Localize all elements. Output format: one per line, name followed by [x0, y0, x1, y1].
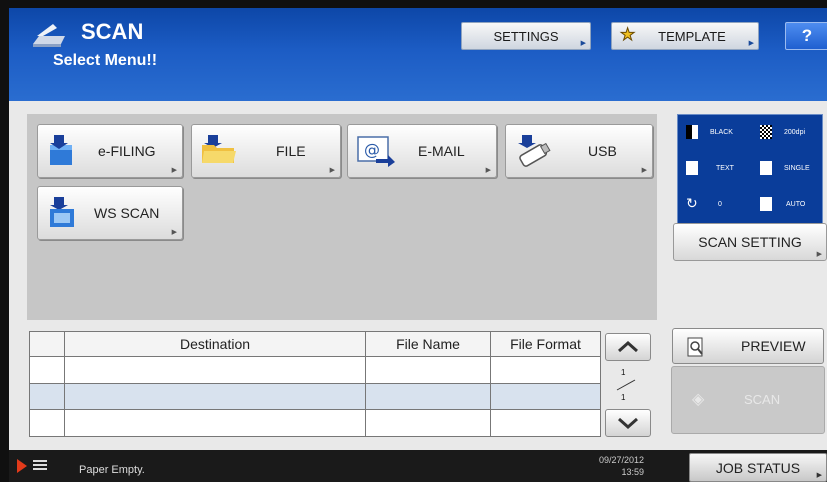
rotation-value: 0	[718, 201, 722, 208]
time-text: 13:59	[621, 467, 645, 477]
email-icon: @	[357, 136, 395, 167]
folder-icon	[202, 135, 236, 163]
current-page: 1	[621, 368, 626, 377]
settings-button[interactable]: SETTINGS ▶	[461, 22, 591, 50]
total-pages: 1	[621, 393, 626, 402]
size-icon	[760, 197, 772, 211]
page-divider	[616, 379, 636, 391]
email-label: E-MAIL	[418, 143, 465, 159]
column-header-destination[interactable]: Destination	[64, 331, 366, 357]
original-mode-icon	[686, 161, 698, 175]
original-mode-value: TEXT	[716, 165, 734, 172]
arrow-icon: ▶	[816, 251, 822, 258]
preview-label: PREVIEW	[741, 338, 806, 354]
duplex-icon	[760, 161, 772, 175]
svg-text:@: @	[364, 140, 380, 159]
arrow-icon: ▶	[580, 40, 586, 47]
column-header-file-format[interactable]: File Format	[490, 331, 601, 357]
settings-button-label: SETTINGS	[493, 28, 559, 44]
chevron-down-icon	[618, 417, 638, 429]
column-header-file-name[interactable]: File Name	[365, 331, 491, 357]
page-down-button[interactable]	[605, 409, 651, 437]
alert-arrow-icon	[17, 459, 27, 473]
list-icon[interactable]	[33, 460, 47, 472]
usb-icon	[518, 135, 551, 167]
arrow-icon: ▶	[485, 167, 491, 174]
usb-button[interactable]: USB ▶	[505, 124, 653, 178]
file-label: FILE	[276, 143, 306, 159]
table-header-row: Destination File Name File Format	[29, 331, 601, 357]
status-message: Paper Empty.	[79, 464, 145, 476]
page-up-button[interactable]	[605, 333, 651, 361]
chevron-up-icon	[618, 341, 638, 353]
resolution-icon	[760, 125, 772, 139]
help-label: ?	[801, 26, 813, 45]
scan-label: SCAN	[744, 392, 781, 407]
template-button[interactable]: ★ TEMPLATE ▶	[611, 22, 759, 50]
destination-table: Destination File Name File Format	[29, 331, 601, 437]
star-icon: ★	[619, 25, 636, 45]
arrow-icon: ▶	[171, 167, 177, 174]
ws-scan-label: WS SCAN	[94, 205, 160, 221]
job-status-button[interactable]: JOB STATUS ▶	[689, 453, 827, 482]
table-row[interactable]	[29, 382, 601, 411]
duplex-value: SINGLE	[784, 165, 810, 172]
date-text: 09/27/2012	[599, 455, 645, 465]
efiling-icon	[50, 135, 72, 165]
preview-button[interactable]: PREVIEW	[672, 328, 824, 364]
file-button[interactable]: FILE ▶	[191, 124, 341, 178]
color-mode-value: BLACK	[710, 129, 733, 136]
email-button[interactable]: @ E-MAIL ▶	[347, 124, 497, 178]
arrow-icon: ▶	[171, 229, 177, 236]
arrow-icon: ▶	[641, 167, 647, 174]
help-button[interactable]: ?	[785, 22, 827, 50]
arrow-icon: ▶	[748, 40, 754, 47]
scan-setting-label: SCAN SETTING	[698, 234, 802, 250]
efiling-label: e-FILING	[98, 143, 156, 159]
color-mode-icon	[686, 125, 698, 139]
arrow-icon: ▶	[816, 472, 822, 479]
start-icon: ◈	[692, 391, 705, 408]
resolution-value: 200dpi	[784, 129, 806, 136]
scan-setting-button[interactable]: SCAN SETTING ▶	[673, 223, 827, 261]
select-column-header	[29, 331, 65, 357]
ws-scan-icon	[50, 197, 74, 227]
page-title: SCAN	[81, 19, 144, 44]
header-bar: SCAN Select Menu!! SETTINGS ▶ ★ TEMPLATE…	[9, 8, 827, 101]
copier-screen: SCAN Select Menu!! SETTINGS ▶ ★ TEMPLATE…	[9, 8, 827, 482]
datetime-display: 09/27/2012 13:59	[599, 454, 644, 478]
ws-scan-button[interactable]: WS SCAN ▶	[37, 186, 183, 240]
efiling-button[interactable]: e-FILING ▶	[37, 124, 183, 178]
arrow-icon: ▶	[329, 167, 335, 174]
preview-icon	[687, 337, 703, 357]
job-status-label: JOB STATUS	[715, 459, 801, 476]
rotation-icon: ↻	[686, 195, 698, 211]
scanner-icon	[33, 24, 65, 47]
page-subtitle: Select Menu!!	[53, 52, 158, 69]
table-row[interactable]	[29, 409, 601, 437]
scan-button[interactable]: ◈ SCAN	[671, 366, 825, 434]
template-button-label: TEMPLATE	[658, 28, 726, 44]
usb-label: USB	[588, 143, 617, 159]
scan-settings-summary[interactable]: BLACK 200dpi TEXT SINGLE ↻ 0 AUTO	[677, 114, 823, 236]
table-row[interactable]	[29, 356, 601, 384]
size-value: AUTO	[786, 201, 806, 208]
